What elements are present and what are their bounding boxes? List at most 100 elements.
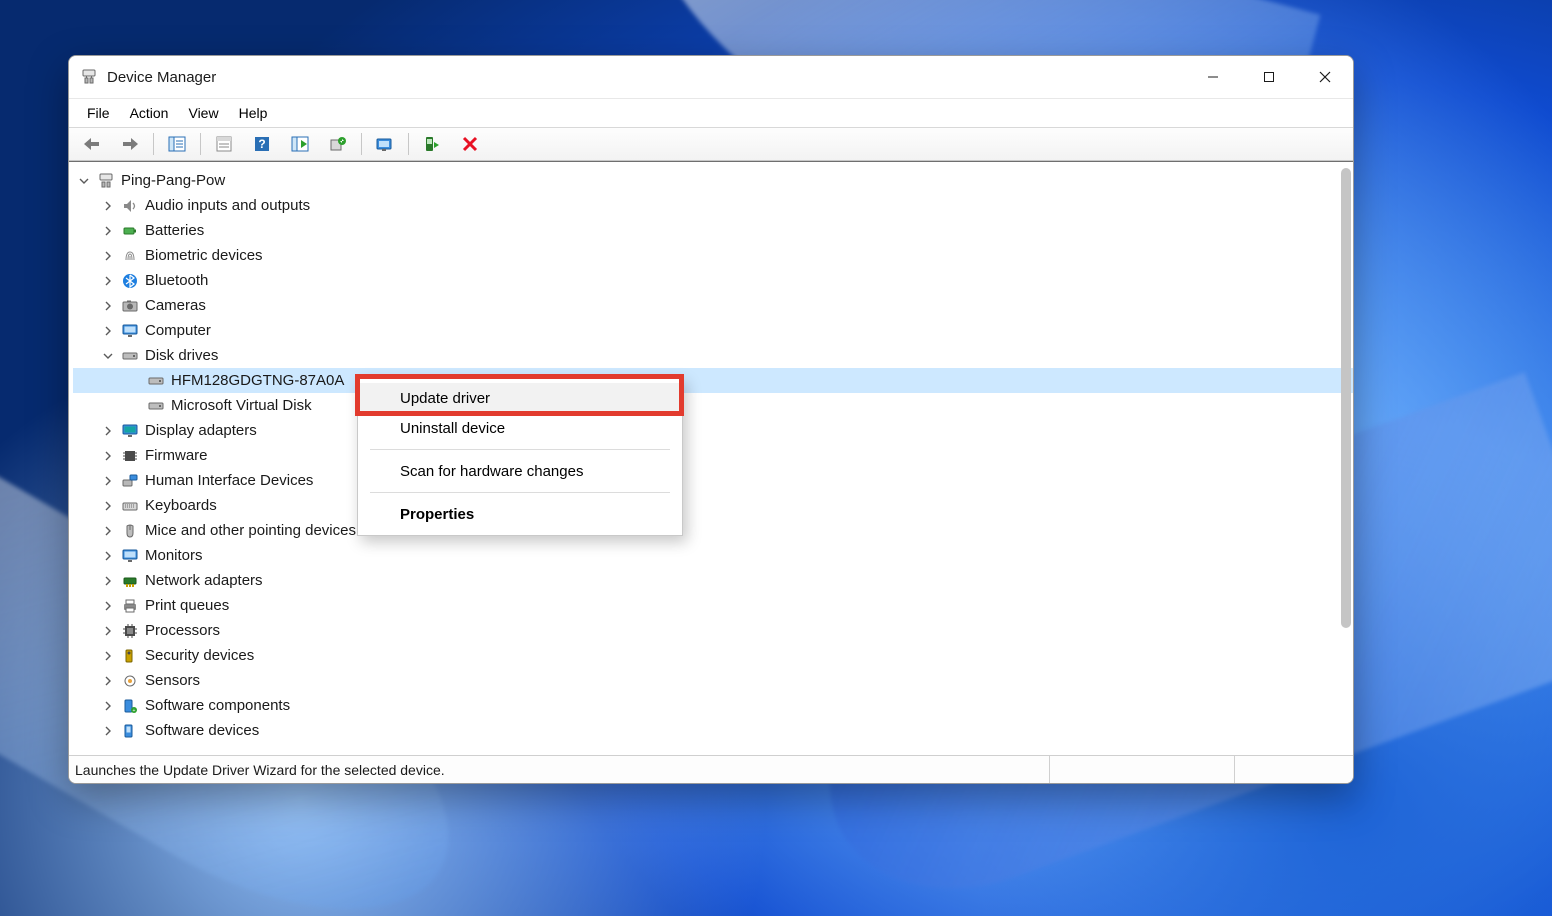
tree-label: Keyboards: [145, 494, 221, 518]
display-adapter-icon: [121, 422, 139, 440]
tree-monitors[interactable]: Monitors: [73, 543, 1353, 568]
tree-root[interactable]: Ping-Pang-Pow: [73, 168, 1353, 193]
computer-root-icon: [97, 172, 115, 190]
tree-label: Human Interface Devices: [145, 469, 317, 493]
menu-view[interactable]: View: [180, 103, 226, 123]
monitor-icon: [121, 322, 139, 340]
expand-icon[interactable]: [103, 651, 117, 661]
menu-action[interactable]: Action: [122, 103, 177, 123]
tree-cameras[interactable]: Cameras: [73, 293, 1353, 318]
minimize-button[interactable]: [1185, 56, 1241, 98]
expand-icon[interactable]: [103, 251, 117, 261]
vertical-scrollbar[interactable]: [1341, 168, 1351, 628]
tree-software-components[interactable]: + Software components: [73, 693, 1353, 718]
tree-label: Disk drives: [145, 344, 222, 368]
tree-label: Software devices: [145, 719, 263, 743]
close-button[interactable]: [1297, 56, 1353, 98]
tree-label: Microsoft Virtual Disk: [171, 394, 316, 418]
tree-software-devices[interactable]: Software devices: [73, 718, 1353, 743]
tree-print-queues[interactable]: Print queues: [73, 593, 1353, 618]
tree-bluetooth[interactable]: Bluetooth: [73, 268, 1353, 293]
toolbar-uninstall-button[interactable]: [367, 130, 403, 158]
mouse-icon: [121, 522, 139, 540]
tree-label: Processors: [145, 619, 224, 643]
ctx-properties[interactable]: Properties: [358, 499, 682, 529]
network-icon: [121, 572, 139, 590]
printer-icon: [121, 597, 139, 615]
expand-icon[interactable]: [103, 451, 117, 461]
monitor-icon: [121, 547, 139, 565]
tree-label: Monitors: [145, 544, 207, 568]
expand-icon[interactable]: [103, 676, 117, 686]
bluetooth-icon: [121, 272, 139, 290]
tree-label: Computer: [145, 319, 215, 343]
tree-label: Batteries: [145, 219, 208, 243]
tree-disk-msvirtual[interactable]: Microsoft Virtual Disk: [73, 393, 1353, 418]
expand-icon[interactable]: [103, 301, 117, 311]
tree-disk-hfm128[interactable]: HFM128GDGTNG-87A0A: [73, 368, 1353, 393]
tree-label: Bluetooth: [145, 269, 212, 293]
hid-icon: [121, 472, 139, 490]
tree-mice[interactable]: Mice and other pointing devices: [73, 518, 1353, 543]
tree-processors[interactable]: Processors: [73, 618, 1353, 643]
toolbar-disable-device-button[interactable]: [452, 130, 488, 158]
toolbar-show-hide-tree-button[interactable]: [159, 130, 195, 158]
statusbar: Launches the Update Driver Wizard for th…: [69, 755, 1353, 783]
disk-drive-icon: [121, 347, 139, 365]
collapse-icon[interactable]: [103, 351, 117, 361]
toolbar-forward-button[interactable]: [112, 130, 148, 158]
titlebar[interactable]: Device Manager: [69, 56, 1353, 99]
tree-keyboards[interactable]: Keyboards: [73, 493, 1353, 518]
expand-icon[interactable]: [103, 551, 117, 561]
status-text: Launches the Update Driver Wizard for th…: [75, 762, 445, 778]
tree-firmware[interactable]: Firmware: [73, 443, 1353, 468]
sensor-icon: [121, 672, 139, 690]
maximize-button[interactable]: [1241, 56, 1297, 98]
expand-icon[interactable]: [103, 526, 117, 536]
ctx-uninstall-device[interactable]: Uninstall device: [358, 413, 682, 443]
svg-text:+: +: [133, 708, 136, 714]
tree-hid[interactable]: Human Interface Devices: [73, 468, 1353, 493]
fingerprint-icon: [121, 247, 139, 265]
toolbar-properties-button[interactable]: [206, 130, 242, 158]
tree-sensors[interactable]: Sensors: [73, 668, 1353, 693]
battery-icon: [121, 222, 139, 240]
device-manager-icon: [81, 69, 97, 85]
tree-disk-drives[interactable]: Disk drives: [73, 343, 1353, 368]
tree-label: Print queues: [145, 594, 233, 618]
tree-label: Firmware: [145, 444, 212, 468]
tree-audio[interactable]: Audio inputs and outputs: [73, 193, 1353, 218]
expand-icon[interactable]: [103, 601, 117, 611]
ctx-scan-hardware[interactable]: Scan for hardware changes: [358, 456, 682, 486]
expand-icon[interactable]: [103, 726, 117, 736]
expand-icon[interactable]: [103, 576, 117, 586]
expand-icon[interactable]: [103, 326, 117, 336]
tree-network[interactable]: Network adapters: [73, 568, 1353, 593]
expand-icon[interactable]: [103, 426, 117, 436]
expand-icon[interactable]: [103, 701, 117, 711]
expand-icon[interactable]: [103, 276, 117, 286]
tree-security[interactable]: Security devices: [73, 643, 1353, 668]
toolbar-back-button[interactable]: [74, 130, 110, 158]
expand-icon[interactable]: [103, 626, 117, 636]
svg-text:?: ?: [258, 137, 265, 151]
menu-file[interactable]: File: [79, 103, 118, 123]
tree-batteries[interactable]: Batteries: [73, 218, 1353, 243]
toolbar-scan-hardware-button[interactable]: [282, 130, 318, 158]
toolbar-enable-device-button[interactable]: [414, 130, 450, 158]
tree-computer[interactable]: Computer: [73, 318, 1353, 343]
toolbar-update-driver-button[interactable]: [320, 130, 356, 158]
tree-biometric[interactable]: Biometric devices: [73, 243, 1353, 268]
expand-icon[interactable]: [103, 501, 117, 511]
menubar: File Action View Help: [69, 99, 1353, 128]
tree-label: Sensors: [145, 669, 204, 693]
ctx-update-driver[interactable]: Update driver: [358, 383, 682, 413]
expand-icon[interactable]: [103, 476, 117, 486]
expand-icon[interactable]: [103, 226, 117, 236]
expand-icon[interactable]: [103, 201, 117, 211]
tree-display-adapters[interactable]: Display adapters: [73, 418, 1353, 443]
expand-icon[interactable]: [79, 176, 93, 186]
toolbar-help-button[interactable]: ?: [244, 130, 280, 158]
menu-help[interactable]: Help: [231, 103, 276, 123]
device-tree[interactable]: Ping-Pang-Pow Audio inputs and outputs B…: [69, 162, 1353, 755]
